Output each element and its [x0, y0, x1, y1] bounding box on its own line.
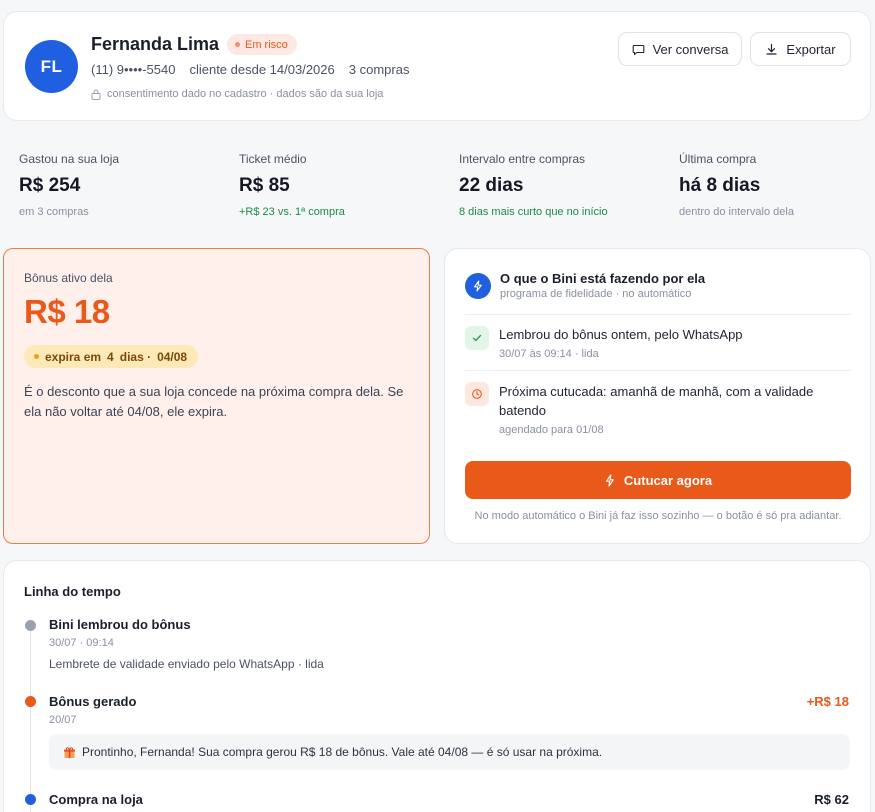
- stat-label: Intervalo entre compras: [459, 152, 586, 166]
- clock-icon: [465, 382, 489, 406]
- customer-phone: (11) 9••••-5540: [91, 62, 176, 77]
- active-bonus-card: Bônus ativo dela R$ 18 expira em 4 dias …: [3, 248, 430, 544]
- check-icon: [465, 326, 489, 350]
- expiry-prefix: expira em: [45, 349, 102, 364]
- nudge-now-label: Cutucar agora: [623, 472, 713, 488]
- customer-purchases: 3 compras: [348, 62, 410, 77]
- timeline-event-date: 20/07: [49, 714, 77, 726]
- timeline-dot: [25, 696, 36, 707]
- status-badge: Em risco: [227, 34, 297, 55]
- status-dot-icon: [235, 42, 240, 47]
- stat-last-purchase: Última compra há 8 dias dentro do interv…: [679, 152, 875, 218]
- lightning-icon: [465, 273, 491, 299]
- view-conversation-button[interactable]: Ver conversa: [618, 32, 742, 66]
- timeline-event-date: 30/07 · 09:14: [49, 637, 114, 649]
- customer-name: Fernanda Lima: [91, 34, 220, 54]
- bonus-value: R$ 18: [24, 293, 110, 330]
- action-item-title: Próxima cutucada: amanhã de manhã, com a…: [499, 384, 814, 418]
- stat-sub: +R$ 23 vs. 1ª compra: [239, 206, 345, 218]
- download-icon: [766, 43, 778, 55]
- stat-purchase-interval: Intervalo entre compras 22 dias 8 dias m…: [459, 152, 669, 218]
- actions-title: O que o Bini está fazendo por ela: [500, 271, 706, 286]
- action-item-sub: 30/07 às 09:14 · lida: [499, 348, 599, 360]
- avatar-initials: FL: [40, 56, 63, 76]
- automation-note: No modo automático o Bini já faz isso so…: [474, 510, 842, 522]
- timeline-message-text: Prontinho, Fernanda! Sua compra gerou R$…: [82, 745, 603, 759]
- stat-label: Última compra: [679, 152, 757, 166]
- timeline-line: [30, 625, 31, 812]
- bonus-label: Bônus ativo dela: [24, 271, 113, 285]
- timeline-event-title: Bini lembrou do bônus: [49, 617, 191, 632]
- customer-meta: (11) 9••••-5540 cliente desde 14/03/2026…: [91, 62, 409, 77]
- nudge-now-button[interactable]: Cutucar agora: [465, 461, 851, 499]
- timeline-event-title: Bônus gerado: [49, 694, 137, 709]
- stat-total-spent: Gastou na sua loja R$ 254 em 3 compras: [19, 152, 229, 218]
- avatar: FL: [25, 40, 78, 93]
- expiry-days: 4: [107, 349, 114, 364]
- consent-text: consentimento dado no cadastro · dados s…: [107, 88, 384, 100]
- timeline-event-desc: Lembrete de validade enviado pelo WhatsA…: [49, 657, 324, 671]
- timeline-card: Linha do tempo Bini lembrou do bônus 30/…: [3, 560, 871, 812]
- expiry-dot-icon: [34, 354, 39, 359]
- status-badge-label: Em risco: [245, 38, 288, 51]
- actions-subtitle: programa de fidelidade · no automático: [500, 288, 692, 300]
- stat-label: Ticket médio: [239, 152, 307, 166]
- chat-icon: [632, 44, 644, 55]
- timeline-message: Prontinho, Fernanda! Sua compra gerou R$…: [49, 734, 850, 770]
- export-button[interactable]: Exportar: [750, 32, 851, 66]
- customer-since: cliente desde 14/03/2026: [189, 62, 335, 77]
- stat-sub: 8 dias mais curto que no início: [459, 206, 608, 218]
- expiry-date: 04/08: [157, 349, 188, 364]
- timeline-event-title: Compra na loja: [49, 792, 143, 807]
- stat-sub: em 3 compras: [19, 206, 89, 218]
- bonus-description: É o desconto que a sua loja concede na p…: [24, 384, 404, 419]
- expiry-unit: dias ·: [119, 349, 152, 364]
- timeline-title: Linha do tempo: [24, 584, 121, 599]
- consent-note: consentimento dado no cadastro · dados s…: [91, 88, 383, 100]
- stat-label: Gastou na sua loja: [19, 152, 120, 166]
- timeline-event-amount: R$ 62: [814, 792, 849, 807]
- action-item-title: Lembrou do bônus ontem, pelo WhatsApp: [499, 327, 743, 342]
- stat-sub: dentro do intervalo dela: [679, 206, 794, 218]
- timeline-dot: [25, 620, 36, 631]
- lightning-icon: [605, 473, 614, 487]
- bini-actions-card: O que o Bini está fazendo por ela progra…: [444, 248, 871, 544]
- gift-icon: [63, 746, 76, 759]
- timeline-event-amount: +R$ 18: [806, 694, 849, 709]
- stat-value: R$ 85: [239, 175, 290, 196]
- view-conversation-label: Ver conversa: [652, 41, 729, 57]
- lock-icon: [91, 89, 101, 100]
- stat-value: R$ 254: [19, 175, 81, 196]
- action-item-sub: agendado para 01/08: [499, 424, 604, 436]
- expiry-badge: expira em 4 dias · 04/08: [24, 345, 199, 368]
- stat-value: 22 dias: [459, 175, 524, 196]
- timeline-dot: [25, 794, 36, 805]
- stat-value: há 8 dias: [679, 175, 761, 196]
- divider: [465, 314, 851, 315]
- stat-avg-ticket: Ticket médio R$ 85 +R$ 23 vs. 1ª compra: [239, 152, 449, 218]
- customer-header: FL Fernanda Lima Em risco (11) 9••••-554…: [3, 11, 871, 121]
- divider: [465, 370, 851, 371]
- export-label: Exportar: [786, 41, 836, 57]
